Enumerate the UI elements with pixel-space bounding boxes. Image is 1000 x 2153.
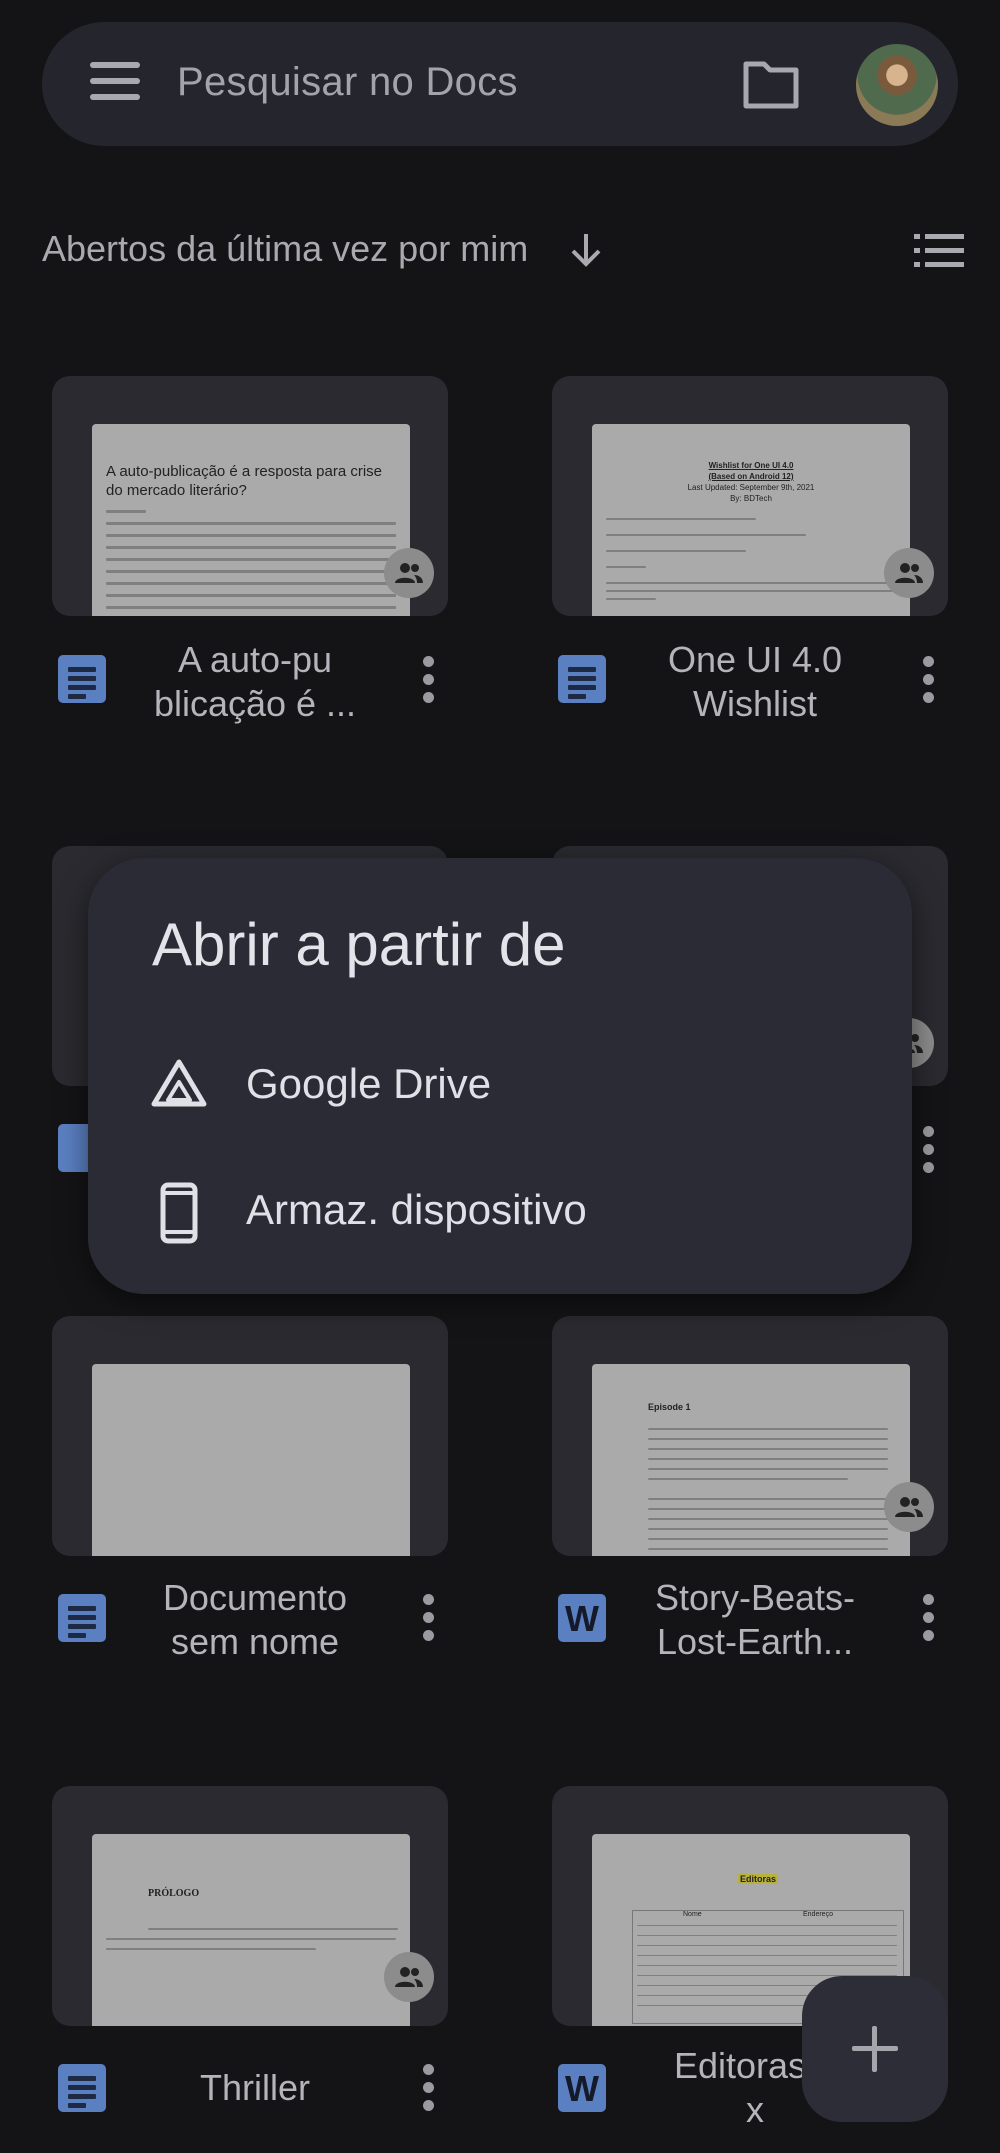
search-input[interactable]: Pesquisar no Docs bbox=[177, 60, 518, 105]
open-from-device-storage[interactable]: Armaz. dispositivo bbox=[88, 1158, 912, 1268]
document-preview: A auto-publicação é a resposta para cris… bbox=[92, 424, 410, 616]
document-thumbnail[interactable]: PRÓLOGO bbox=[52, 1786, 448, 2026]
preview-column-header: Endereço bbox=[803, 1911, 833, 1918]
preview-title: PRÓLOGO bbox=[148, 1888, 200, 1899]
preview-subtitle: (Based on Android 12) bbox=[708, 472, 794, 481]
document-thumbnail[interactable]: A auto-publicação é a resposta para cris… bbox=[52, 376, 448, 616]
shared-icon bbox=[384, 548, 434, 598]
document-preview: PRÓLOGO bbox=[92, 1834, 410, 2026]
more-options-icon[interactable] bbox=[421, 2064, 435, 2112]
menu-icon[interactable] bbox=[90, 62, 140, 106]
google-drive-icon bbox=[151, 1059, 207, 1107]
preview-by: By: BDTech bbox=[730, 494, 772, 503]
arrow-down-icon[interactable] bbox=[568, 230, 604, 270]
folder-icon[interactable] bbox=[742, 58, 800, 110]
word-icon: W bbox=[558, 2064, 606, 2112]
shared-icon bbox=[384, 1952, 434, 2002]
search-bar[interactable]: Pesquisar no Docs bbox=[42, 22, 958, 146]
more-options-icon[interactable] bbox=[421, 656, 435, 704]
list-view-icon[interactable] bbox=[914, 234, 964, 268]
sort-label[interactable]: Abertos da última vez por mim bbox=[42, 228, 528, 270]
shared-icon bbox=[884, 1482, 934, 1532]
preview-title: Episode 1 bbox=[648, 1402, 691, 1412]
document-name[interactable]: Story-Beats- Lost-Earth... bbox=[640, 1576, 870, 1664]
more-options-icon[interactable] bbox=[421, 1594, 435, 1642]
open-from-google-drive[interactable]: Google Drive bbox=[88, 1032, 912, 1142]
preview-title: A auto-publicação é a resposta para cris… bbox=[106, 463, 382, 499]
document-preview: Wishlist for One UI 4.0 (Based on Androi… bbox=[592, 424, 910, 616]
create-document-button[interactable] bbox=[802, 1976, 948, 2122]
smartphone-icon bbox=[160, 1182, 198, 1244]
preview-column-header: Nome bbox=[683, 1911, 702, 1918]
option-label: Armaz. dispositivo bbox=[246, 1186, 587, 1233]
dialog-title: Abrir a partir de bbox=[152, 911, 566, 978]
preview-title: Editoras bbox=[738, 1874, 779, 1884]
shared-icon bbox=[884, 548, 934, 598]
document-thumbnail[interactable] bbox=[52, 1316, 448, 1556]
more-options-icon[interactable] bbox=[921, 1594, 935, 1642]
document-thumbnail[interactable]: Episode 1 bbox=[552, 1316, 948, 1556]
document-name[interactable]: Thriller bbox=[140, 2066, 370, 2110]
google-docs-icon bbox=[58, 1594, 106, 1642]
google-docs-icon bbox=[558, 655, 606, 703]
document-name[interactable]: One UI 4.0 Wishlist bbox=[640, 638, 870, 726]
avatar[interactable] bbox=[856, 44, 938, 126]
open-from-dialog: Abrir a partir de Google Drive Armaz. di… bbox=[88, 858, 912, 1294]
more-options-icon[interactable] bbox=[921, 1126, 935, 1174]
document-preview: Episode 1 bbox=[592, 1364, 910, 1556]
preview-updated: Last Updated: September 9th, 2021 bbox=[687, 483, 815, 492]
option-label: Google Drive bbox=[246, 1060, 492, 1107]
preview-title: Wishlist for One UI 4.0 bbox=[708, 461, 794, 470]
word-icon: W bbox=[558, 1594, 606, 1642]
google-docs-icon bbox=[58, 655, 106, 703]
more-options-icon[interactable] bbox=[921, 656, 935, 704]
document-preview bbox=[92, 1364, 410, 1556]
document-name[interactable]: Documento sem nome bbox=[140, 1576, 370, 1664]
document-thumbnail[interactable]: Wishlist for One UI 4.0 (Based on Androi… bbox=[552, 376, 948, 616]
google-docs-icon bbox=[58, 2064, 106, 2112]
document-name[interactable]: A auto-pu blicação é ... bbox=[140, 638, 370, 726]
